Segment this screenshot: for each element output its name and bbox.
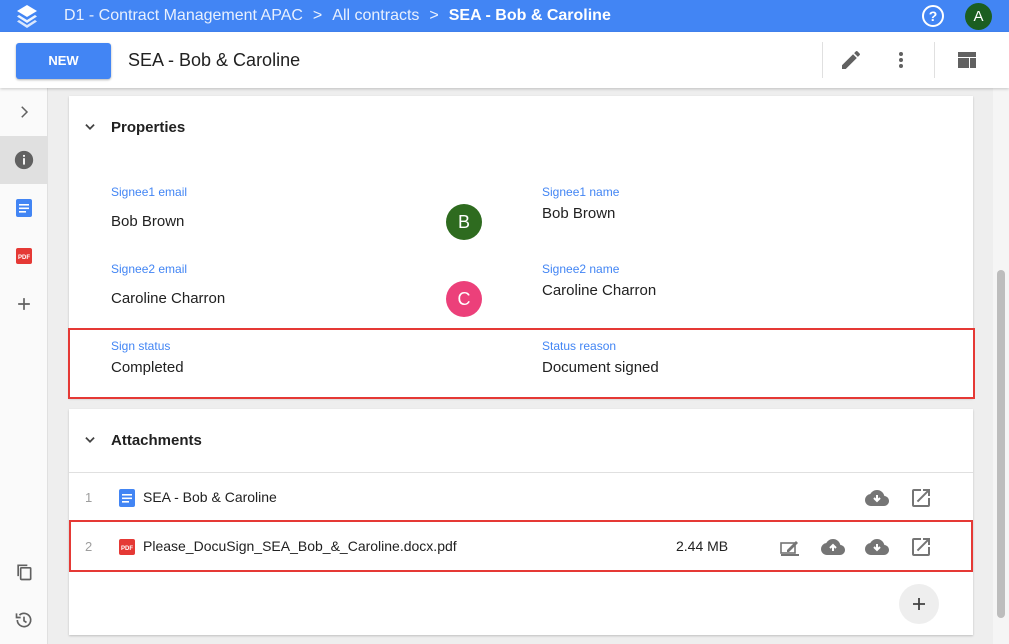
toolbar-divider <box>822 42 823 78</box>
add-panel-button[interactable] <box>0 280 48 328</box>
breadcrumb-current: SEA - Bob & Caroline <box>448 7 611 24</box>
app-header: D1 - Contract Management APAC > All cont… <box>0 0 1009 32</box>
signee1-name-label: Signee1 name <box>542 185 620 199</box>
app-logo-icon[interactable] <box>16 4 38 28</box>
history-icon <box>15 612 32 628</box>
breadcrumb-all-contracts[interactable]: All contracts <box>332 7 419 25</box>
avatar: B <box>446 204 482 240</box>
pdf-attachment-highlight <box>69 520 973 572</box>
help-circle-icon[interactable]: ? <box>922 5 944 27</box>
cloud-download-icon[interactable] <box>865 486 889 510</box>
signee2-email-label: Signee2 email <box>111 262 188 276</box>
add-attachment-button[interactable] <box>899 584 939 624</box>
breadcrumb-separator-icon: > <box>429 7 439 24</box>
google-doc-icon <box>119 489 135 507</box>
more-vertical-icon[interactable] <box>889 48 913 72</box>
breadcrumb-workspace[interactable]: D1 - Contract Management APAC <box>64 7 303 25</box>
properties-title: Properties <box>111 119 186 136</box>
chevron-down-icon[interactable] <box>83 433 97 447</box>
signee2-email-value[interactable]: Caroline Charron <box>111 290 225 307</box>
row-number: 1 <box>85 490 93 505</box>
svg-text:PDF: PDF <box>18 255 30 261</box>
side-rail: PDF <box>0 88 48 644</box>
new-button[interactable]: NEW <box>16 43 111 79</box>
breadcrumb: D1 - Contract Management APAC > All cont… <box>64 0 611 32</box>
main-content: Properties Signee1 email Bob Brown B Sig… <box>49 88 993 644</box>
signee1-email-label: Signee1 email <box>111 185 188 199</box>
scrollbar-thumb[interactable] <box>997 270 1005 618</box>
signee2-name-label: Signee2 name <box>542 262 620 276</box>
breadcrumb-separator-icon: > <box>312 7 323 24</box>
plus-icon <box>913 598 925 610</box>
document-panel-button[interactable] <box>0 184 48 232</box>
page-title: SEA - Bob & Caroline <box>128 50 301 70</box>
sign-status-highlight <box>68 328 975 399</box>
expand-sidebar-button[interactable] <box>0 88 48 136</box>
google-doc-icon <box>16 199 32 217</box>
attachments-header[interactable]: Attachments <box>69 409 973 473</box>
toolbar: NEW SEA - Bob & Caroline <box>0 32 1009 88</box>
chevron-right-icon <box>21 106 29 118</box>
info-icon <box>14 150 34 170</box>
table-row[interactable]: 1 SEA - Bob & Caroline <box>69 474 973 522</box>
signee1-name-value[interactable]: Bob Brown <box>542 205 615 222</box>
avatar: C <box>446 281 482 317</box>
copy-button[interactable] <box>0 548 48 596</box>
copy-icon <box>17 564 32 581</box>
chevron-down-icon[interactable] <box>83 120 97 134</box>
signee2-name-value[interactable]: Caroline Charron <box>542 282 656 299</box>
attachments-title: Attachments <box>111 432 202 449</box>
pdf-panel-button[interactable]: PDF <box>0 232 48 280</box>
history-button[interactable] <box>0 596 48 644</box>
info-panel-button[interactable] <box>0 136 48 184</box>
properties-header[interactable]: Properties <box>69 96 973 160</box>
plus-icon <box>18 298 30 310</box>
toolbar-divider <box>934 42 935 78</box>
pdf-icon: PDF <box>16 248 32 264</box>
open-in-new-icon[interactable] <box>909 486 933 510</box>
user-avatar[interactable]: A <box>965 3 992 30</box>
view-layout-icon[interactable] <box>955 48 979 72</box>
signee1-email-value[interactable]: Bob Brown <box>111 213 184 230</box>
pencil-icon[interactable] <box>839 48 863 72</box>
attachment-name[interactable]: SEA - Bob & Caroline <box>143 489 277 505</box>
